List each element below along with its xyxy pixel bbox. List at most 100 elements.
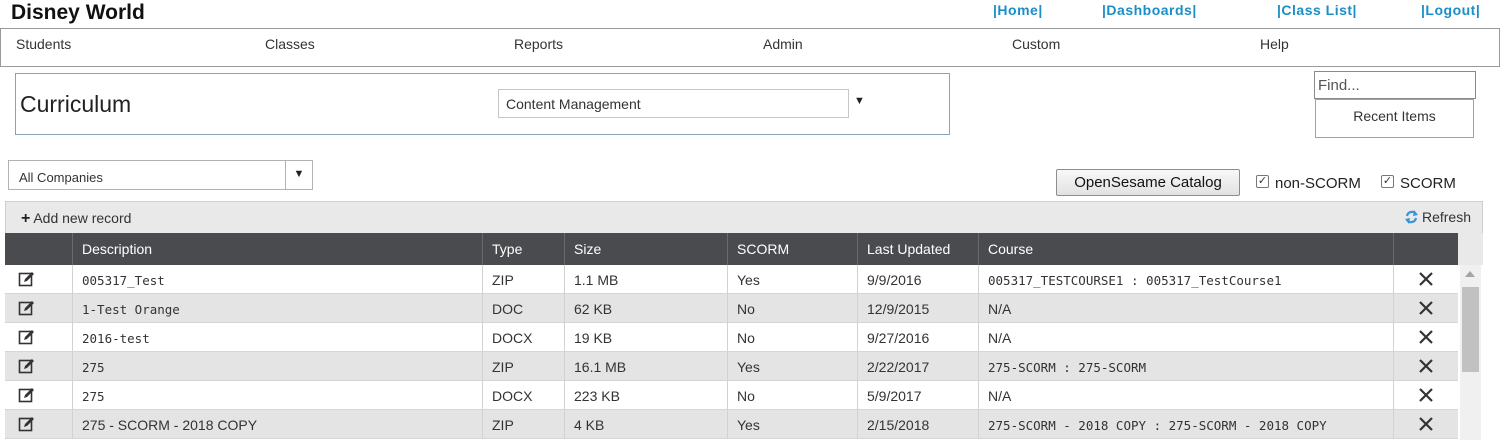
company-select[interactable]: All Companies ▼: [8, 160, 313, 190]
cell-course: 275-SCORM - 2018 COPY : 275-SCORM - 2018…: [978, 410, 1393, 439]
delete-button[interactable]: [1393, 265, 1458, 294]
cell-last-updated: 2/22/2017: [857, 352, 978, 381]
dropdown-arrow-icon[interactable]: ▼: [854, 95, 865, 107]
edit-icon: [18, 301, 34, 316]
cell-type: DOCX: [482, 381, 564, 410]
home-link[interactable]: |Home|: [993, 2, 1043, 18]
edit-icon: [18, 330, 34, 345]
edit-button[interactable]: [5, 323, 72, 352]
close-icon: [1419, 330, 1433, 344]
content-type-select[interactable]: Content Management: [498, 89, 849, 118]
close-icon: [1419, 388, 1433, 402]
nav-students[interactable]: Students: [16, 36, 71, 52]
cell-type: DOC: [482, 294, 564, 323]
header-description[interactable]: Description: [72, 233, 482, 265]
delete-button[interactable]: [1393, 352, 1458, 381]
cell-size: 62 KB: [564, 294, 727, 323]
dashboards-link[interactable]: |Dashboards|: [1102, 2, 1197, 18]
curriculum-panel: Curriculum Content Management ▼: [15, 73, 950, 135]
cell-type: ZIP: [482, 352, 564, 381]
close-icon: [1419, 417, 1433, 431]
header-scorm[interactable]: SCORM: [727, 233, 857, 265]
close-icon: [1419, 301, 1433, 315]
page-title: Curriculum: [20, 91, 132, 117]
scrollbar-corner: [1458, 233, 1483, 265]
cell-size: 4 KB: [564, 410, 727, 439]
cell-course: 005317_TESTCOURSE1 : 005317_TestCourse1: [978, 265, 1393, 294]
edit-button[interactable]: [5, 410, 72, 439]
close-icon: [1419, 272, 1433, 286]
logout-link[interactable]: |Logout|: [1421, 2, 1480, 18]
table-row[interactable]: 275 - SCORM - 2018 COPY ZIP 4 KB Yes 2/1…: [5, 410, 1458, 439]
non-scorm-checkbox[interactable]: ✓: [1256, 175, 1269, 188]
company-select-value: All Companies: [19, 170, 103, 185]
scorm-label: SCORM: [1400, 175, 1456, 192]
delete-button[interactable]: [1393, 323, 1458, 352]
plus-icon: +: [21, 210, 31, 227]
cell-scorm: Yes: [727, 410, 857, 439]
dropdown-arrow-icon[interactable]: ▼: [285, 161, 312, 189]
header-type[interactable]: Type: [482, 233, 564, 265]
header-delete-column: [1393, 233, 1458, 265]
refresh-button[interactable]: Refresh: [1404, 209, 1471, 225]
scorm-checkbox[interactable]: ✓: [1381, 175, 1394, 188]
cell-type: DOCX: [482, 323, 564, 352]
close-icon: [1419, 359, 1433, 373]
nav-help[interactable]: Help: [1260, 36, 1289, 52]
grid-toolbar: + Add new record Refresh: [5, 201, 1483, 233]
table-row[interactable]: 275 DOCX 223 KB No 5/9/2017 N/A: [5, 381, 1458, 410]
nav-classes[interactable]: Classes: [265, 36, 315, 52]
add-new-record-label: Add new record: [33, 210, 132, 226]
cell-last-updated: 12/9/2015: [857, 294, 978, 323]
cell-last-updated: 9/9/2016: [857, 265, 978, 294]
nav-reports[interactable]: Reports: [514, 36, 563, 52]
cell-type: ZIP: [482, 265, 564, 294]
main-nav: Students Classes Reports Admin Custom He…: [0, 28, 1500, 67]
edit-button[interactable]: [5, 294, 72, 323]
cell-course: N/A: [978, 323, 1393, 352]
edit-button[interactable]: [5, 265, 72, 294]
app-title: Disney World: [11, 1, 145, 24]
edit-icon: [18, 272, 34, 287]
vertical-scrollbar[interactable]: [1460, 265, 1481, 440]
class-list-link[interactable]: |Class List|: [1277, 2, 1357, 18]
scrollbar-thumb[interactable]: [1462, 287, 1479, 372]
table-row[interactable]: 275 ZIP 16.1 MB Yes 2/22/2017 275-SCORM …: [5, 352, 1458, 381]
edit-button[interactable]: [5, 381, 72, 410]
nav-admin[interactable]: Admin: [763, 36, 803, 52]
cell-size: 1.1 MB: [564, 265, 727, 294]
cell-scorm: No: [727, 381, 857, 410]
nav-custom[interactable]: Custom: [1012, 36, 1060, 52]
header-edit-column: [5, 233, 72, 265]
header-last-updated[interactable]: Last Updated: [857, 233, 978, 265]
cell-size: 19 KB: [564, 323, 727, 352]
cell-last-updated: 5/9/2017: [857, 381, 978, 410]
cell-description: 275: [72, 352, 482, 381]
cell-scorm: No: [727, 323, 857, 352]
delete-button[interactable]: [1393, 410, 1458, 439]
table-row[interactable]: 2016-test DOCX 19 KB No 9/27/2016 N/A: [5, 323, 1458, 352]
cell-last-updated: 9/27/2016: [857, 323, 978, 352]
non-scorm-label: non-SCORM: [1275, 175, 1361, 192]
add-new-record-button[interactable]: + Add new record: [21, 210, 131, 228]
find-input[interactable]: [1314, 71, 1476, 99]
cell-type: ZIP: [482, 410, 564, 439]
delete-button[interactable]: [1393, 294, 1458, 323]
recent-items-button[interactable]: Recent Items: [1315, 99, 1474, 138]
delete-button[interactable]: [1393, 381, 1458, 410]
cell-scorm: Yes: [727, 265, 857, 294]
header-course[interactable]: Course: [978, 233, 1393, 265]
opensesame-catalog-button[interactable]: OpenSesame Catalog: [1056, 169, 1240, 196]
refresh-icon: [1404, 210, 1418, 224]
edit-icon: [18, 359, 34, 374]
edit-button[interactable]: [5, 352, 72, 381]
table-row[interactable]: 1-Test Orange DOC 62 KB No 12/9/2015 N/A: [5, 294, 1458, 323]
cell-last-updated: 2/15/2018: [857, 410, 978, 439]
header-size[interactable]: Size: [564, 233, 727, 265]
table-row[interactable]: 005317_Test ZIP 1.1 MB Yes 9/9/2016 0053…: [5, 265, 1458, 294]
scroll-up-icon[interactable]: [1465, 271, 1475, 277]
cell-scorm: Yes: [727, 352, 857, 381]
cell-description: 1-Test Orange: [72, 294, 482, 323]
grid-body: 005317_Test ZIP 1.1 MB Yes 9/9/2016 0053…: [5, 265, 1458, 439]
cell-description: 275 - SCORM - 2018 COPY: [72, 410, 482, 439]
